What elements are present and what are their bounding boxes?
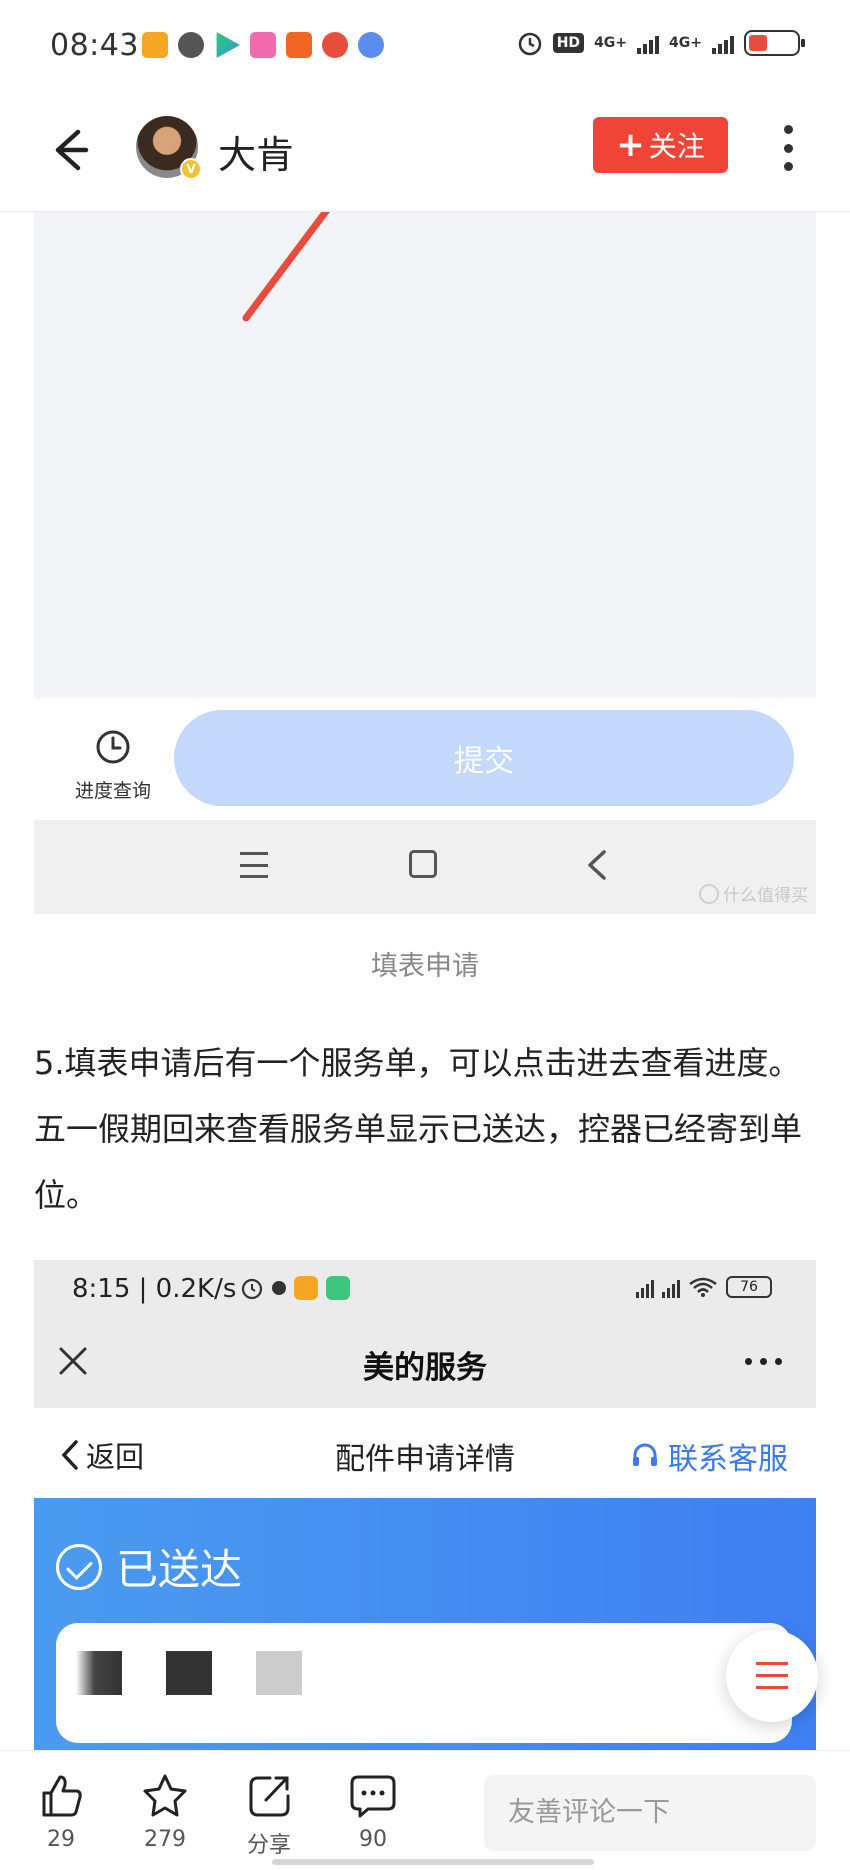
back-arrow-icon: [55, 129, 89, 171]
app-notification-icon: [250, 32, 276, 58]
wifi-icon: [689, 1277, 717, 1297]
like-button[interactable]: 29: [26, 1771, 96, 1852]
progress-query-label: 进度查询: [74, 780, 151, 802]
bottom-action-bar: 29 279 分享 90 友善评论一下: [0, 1750, 850, 1870]
home-indicator[interactable]: [272, 1859, 594, 1865]
redacted-block: [166, 1651, 212, 1695]
notification-icons: [142, 32, 384, 58]
redacted-block: [76, 1651, 122, 1695]
like-count: 29: [47, 1827, 75, 1852]
signal-icon: [712, 32, 734, 54]
battery-icon: [744, 30, 805, 56]
more-dot-icon: [783, 143, 793, 153]
app-notification-icon: [326, 1276, 350, 1300]
app-notification-icon: [178, 32, 204, 58]
embedded-status-indicators: 76: [636, 1276, 772, 1298]
follow-button[interactable]: + 关注: [593, 117, 728, 173]
verified-badge-icon: V: [180, 158, 202, 180]
favorite-count: 279: [144, 1827, 186, 1852]
delivery-info-card: [56, 1623, 792, 1743]
customer-service-label: 联系客服: [668, 1442, 788, 1477]
menu-icon: [240, 852, 268, 878]
clock-icon: [96, 730, 130, 764]
delivery-status: 已送达: [56, 1536, 242, 1597]
embedded-app-title: 美的服务: [363, 1350, 487, 1386]
plus-icon: +: [616, 125, 645, 165]
delivery-status-label: 已送达: [116, 1545, 243, 1594]
chevron-left-icon: [588, 850, 606, 880]
network-type: 4G+: [669, 35, 702, 51]
author-avatar[interactable]: V: [136, 116, 202, 180]
status-indicators: HD 4G+ 4G+: [517, 30, 805, 56]
more-dot-icon: [783, 125, 793, 134]
alarm-icon: [241, 1278, 263, 1300]
embedded-notification-icons: [240, 1276, 350, 1300]
signal-icon: [662, 1276, 680, 1298]
app-notification-icon: [272, 1281, 286, 1295]
play-icon: [216, 32, 240, 58]
embedded-status-bar: 8:15 | 0.2K/s 76: [34, 1260, 816, 1320]
follow-label: 关注: [648, 130, 705, 163]
thumbs-up-icon: [42, 1775, 82, 1817]
delivery-status-panel: 已送达: [34, 1498, 816, 1750]
annotation-stroke: [242, 212, 330, 322]
status-time: 08:43: [50, 28, 139, 63]
redacted-block: [256, 1651, 302, 1695]
author-name[interactable]: 大肯: [218, 124, 294, 179]
embedded-status-time: 8:15 | 0.2K/s: [72, 1274, 237, 1304]
more-options-icon: [745, 1358, 782, 1365]
comment-button[interactable]: 90: [338, 1771, 408, 1852]
headset-icon: [633, 1443, 657, 1466]
battery-level: 76: [726, 1276, 772, 1298]
comment-input[interactable]: 友善评论一下: [484, 1775, 816, 1851]
watermark: 什么值得买: [699, 881, 808, 906]
phone-navigation-bar: 什么值得买: [34, 820, 816, 914]
signal-icon: [637, 32, 660, 54]
star-icon: [143, 1774, 187, 1817]
comment-count: 90: [359, 1827, 387, 1852]
watermark-text: 什么值得买: [723, 886, 808, 906]
home-square-icon: [409, 850, 437, 878]
app-notification-icon: [286, 32, 312, 58]
share-button[interactable]: 分享: [234, 1771, 304, 1859]
article-paragraph: 5.填表申请后有一个服务单，可以点击进去查看进度。五一假期回来查看服务单显示已送…: [34, 1044, 803, 1214]
embedded-app-titlebar: 美的服务: [34, 1320, 816, 1408]
status-bar: 08:43 HD 4G+ 4G+: [0, 0, 850, 90]
article-header: V 大肯 + 关注: [0, 90, 850, 212]
progress-query-button: 进度查询: [58, 728, 168, 803]
favorite-button[interactable]: 279: [130, 1771, 200, 1852]
network-type: 4G+: [594, 35, 628, 51]
watermark-logo-icon: [699, 883, 719, 904]
app-notification-icon: [358, 32, 384, 58]
signal-icon: [636, 1276, 654, 1298]
customer-service-link: 联系客服: [630, 1434, 788, 1478]
share-label: 分享: [246, 1833, 291, 1858]
article-image-form[interactable]: 进度查询 提交 什么值得买: [34, 212, 816, 914]
comment-bubble-icon: [350, 1775, 396, 1818]
app-notification-icon: [322, 32, 348, 58]
app-notification-icon: [294, 1276, 318, 1300]
image-caption: 填表申请: [371, 951, 479, 982]
redacted-content: [76, 1651, 302, 1695]
submit-button: 提交: [174, 710, 794, 806]
floating-list-button[interactable]: [726, 1630, 818, 1722]
form-action-bar: 进度查询 提交: [34, 698, 816, 824]
article-image-service[interactable]: 8:15 | 0.2K/s 76 美的服务 返回 配件申请详情 联系客服 已送达: [34, 1260, 816, 1750]
share-icon: [249, 1776, 290, 1817]
more-dot-icon: [783, 162, 793, 171]
hd-badge: HD: [552, 33, 585, 53]
alarm-icon: [518, 32, 541, 56]
back-button[interactable]: [40, 120, 100, 180]
app-notification-icon: [142, 32, 168, 58]
check-circle-icon: [56, 1543, 102, 1590]
embedded-page-header: 返回 配件申请详情 联系客服: [34, 1408, 816, 1498]
more-options-button[interactable]: [776, 125, 800, 171]
form-canvas: [34, 212, 816, 698]
